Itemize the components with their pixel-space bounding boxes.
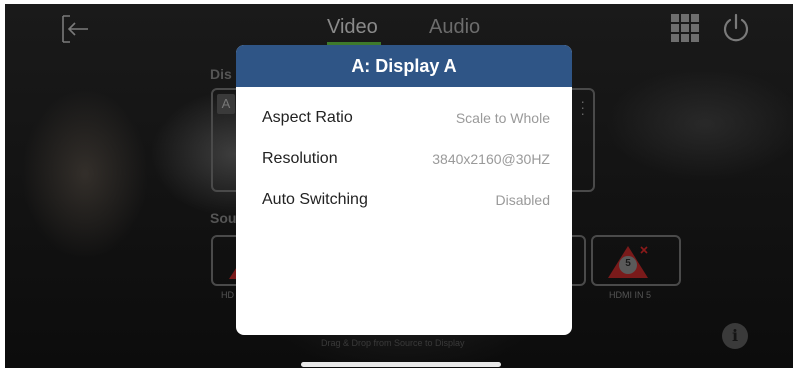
home-indicator[interactable]: [301, 362, 501, 367]
aspect-ratio-row[interactable]: Aspect Ratio Scale to Whole: [262, 109, 550, 129]
display-card-letter: A: [217, 94, 235, 114]
back-arrow-icon[interactable]: [60, 14, 90, 44]
more-options-icon[interactable]: · · ·: [580, 94, 585, 120]
modal-title: A: Display A: [236, 45, 572, 87]
grid-icon[interactable]: [671, 14, 699, 42]
resolution-value[interactable]: 3840x2160@30HZ: [432, 151, 550, 167]
drag-drop-hint: Drag & Drop from Source to Display: [321, 338, 465, 348]
source-badge: 5: [625, 258, 631, 269]
tab-audio[interactable]: Audio: [429, 16, 480, 39]
auto-switching-row[interactable]: Auto Switching Disabled: [262, 191, 550, 211]
displays-section-label: Dis: [210, 66, 232, 82]
source-label-hdmi-in-5: HDMI IN 5: [609, 290, 652, 300]
display-settings-modal: A: Display A Aspect Ratio Scale to Whole…: [236, 45, 572, 335]
auto-switching-value[interactable]: Disabled: [496, 192, 550, 208]
resolution-row[interactable]: Resolution 3840x2160@30HZ: [262, 150, 550, 170]
power-icon[interactable]: [721, 13, 751, 43]
app-screen: Video Audio Dis A · · · Sou HD 5 HDMI IN 5: [5, 4, 793, 368]
source-label-hd: HD: [221, 290, 234, 300]
info-icon[interactable]: i: [722, 323, 748, 349]
aspect-ratio-value[interactable]: Scale to Whole: [456, 110, 550, 126]
aspect-ratio-label: Aspect Ratio: [262, 109, 353, 126]
source-card-hdmi-in-5[interactable]: 5: [591, 235, 681, 286]
sources-section-label: Sou: [210, 210, 237, 226]
resolution-label: Resolution: [262, 150, 338, 167]
tab-video[interactable]: Video: [327, 16, 378, 39]
auto-switching-label: Auto Switching: [262, 191, 368, 208]
